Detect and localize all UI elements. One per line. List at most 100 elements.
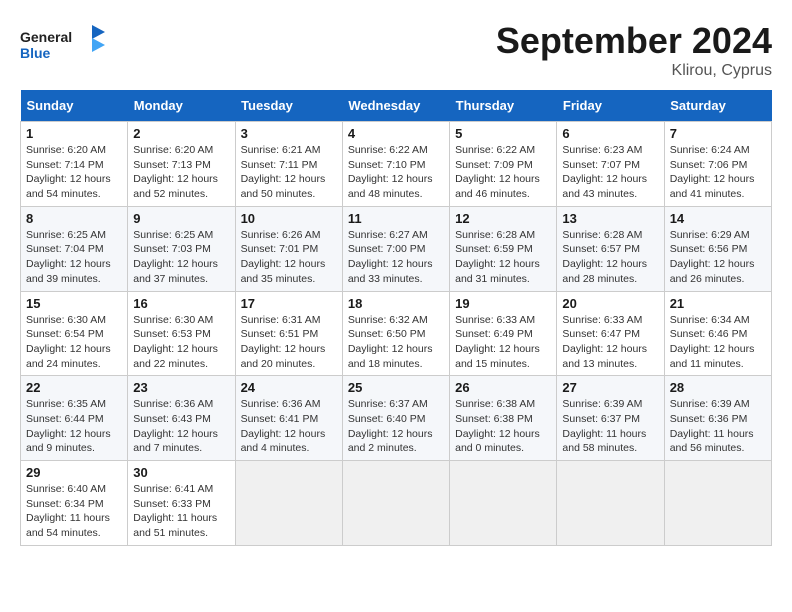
calendar-table: SundayMondayTuesdayWednesdayThursdayFrid… (20, 90, 772, 546)
calendar-cell: 17 Sunrise: 6:31 AM Sunset: 6:51 PM Dayli… (235, 291, 342, 376)
calendar-cell: 29 Sunrise: 6:40 AM Sunset: 6:34 PM Dayli… (21, 461, 128, 546)
day-number: 5 (455, 126, 551, 141)
day-info: Sunrise: 6:34 AM Sunset: 6:46 PM Dayligh… (670, 313, 766, 372)
day-header-tuesday: Tuesday (235, 90, 342, 122)
calendar-cell: 6Sunrise: 6:23 AM Sunset: 7:07 PM Daylig… (557, 122, 664, 207)
calendar-header-row: SundayMondayTuesdayWednesdayThursdayFrid… (21, 90, 772, 122)
day-number: 16 (133, 296, 229, 311)
day-number: 29 (26, 465, 122, 480)
calendar-cell: 24 Sunrise: 6:36 AM Sunset: 6:41 PM Dayli… (235, 376, 342, 461)
day-number: 11 (348, 211, 444, 226)
calendar-cell (342, 461, 449, 546)
calendar-cell: 2Sunrise: 6:20 AM Sunset: 7:13 PM Daylig… (128, 122, 235, 207)
day-info: Sunrise: 6:22 AM Sunset: 7:10 PM Dayligh… (348, 143, 444, 202)
calendar-cell (557, 461, 664, 546)
day-number: 4 (348, 126, 444, 141)
calendar-cell: 3 Sunrise: 6:21 AM Sunset: 7:11 PM Daylig… (235, 122, 342, 207)
day-number: 22 (26, 380, 122, 395)
title-area: September 2024 Klirou, Cyprus (496, 20, 772, 80)
calendar-week-row: 22 Sunrise: 6:35 AM Sunset: 6:44 PM Dayli… (21, 376, 772, 461)
day-info: Sunrise: 6:37 AM Sunset: 6:40 PM Dayligh… (348, 397, 444, 456)
day-number: 8 (26, 211, 122, 226)
calendar-week-row: 1 Sunrise: 6:20 AM Sunset: 7:14 PM Daylig… (21, 122, 772, 207)
logo-svg: General Blue (20, 20, 110, 70)
day-number: 7 (670, 126, 766, 141)
calendar-cell: 10Sunrise: 6:26 AM Sunset: 7:01 PM Dayli… (235, 206, 342, 291)
day-header-saturday: Saturday (664, 90, 771, 122)
day-info: Sunrise: 6:20 AM Sunset: 7:14 PM Dayligh… (26, 143, 122, 202)
day-info: Sunrise: 6:33 AM Sunset: 6:49 PM Dayligh… (455, 313, 551, 372)
day-number: 20 (562, 296, 658, 311)
calendar-cell: 4 Sunrise: 6:22 AM Sunset: 7:10 PM Daylig… (342, 122, 449, 207)
day-number: 19 (455, 296, 551, 311)
calendar-cell: 12 Sunrise: 6:28 AM Sunset: 6:59 PM Dayli… (450, 206, 557, 291)
calendar-cell: 30 Sunrise: 6:41 AM Sunset: 6:33 PM Dayli… (128, 461, 235, 546)
day-number: 2 (133, 126, 229, 141)
day-header-friday: Friday (557, 90, 664, 122)
day-info: Sunrise: 6:31 AM Sunset: 6:51 PM Dayligh… (241, 313, 337, 372)
day-info: Sunrise: 6:26 AM Sunset: 7:01 PM Dayligh… (241, 228, 337, 287)
day-header-wednesday: Wednesday (342, 90, 449, 122)
day-header-sunday: Sunday (21, 90, 128, 122)
day-number: 12 (455, 211, 551, 226)
calendar-cell: 16 Sunrise: 6:30 AM Sunset: 6:53 PM Dayli… (128, 291, 235, 376)
day-info: Sunrise: 6:28 AM Sunset: 6:57 PM Dayligh… (562, 228, 658, 287)
header: General Blue September 2024 Klirou, Cypr… (20, 20, 772, 80)
calendar-cell: 23 Sunrise: 6:36 AM Sunset: 6:43 PM Dayli… (128, 376, 235, 461)
day-info: Sunrise: 6:25 AM Sunset: 7:04 PM Dayligh… (26, 228, 122, 287)
location: Klirou, Cyprus (496, 62, 772, 80)
calendar-week-row: 8 Sunrise: 6:25 AM Sunset: 7:04 PM Daylig… (21, 206, 772, 291)
day-number: 18 (348, 296, 444, 311)
day-info: Sunrise: 6:29 AM Sunset: 6:56 PM Dayligh… (670, 228, 766, 287)
day-header-monday: Monday (128, 90, 235, 122)
calendar-cell: 20 Sunrise: 6:33 AM Sunset: 6:47 PM Dayli… (557, 291, 664, 376)
day-header-thursday: Thursday (450, 90, 557, 122)
calendar-cell: 19 Sunrise: 6:33 AM Sunset: 6:49 PM Dayli… (450, 291, 557, 376)
month-title: September 2024 (496, 20, 772, 62)
day-number: 3 (241, 126, 337, 141)
svg-text:Blue: Blue (20, 45, 51, 61)
calendar-cell: 5 Sunrise: 6:22 AM Sunset: 7:09 PM Daylig… (450, 122, 557, 207)
day-number: 27 (562, 380, 658, 395)
calendar-cell (235, 461, 342, 546)
day-info: Sunrise: 6:30 AM Sunset: 6:54 PM Dayligh… (26, 313, 122, 372)
day-info: Sunrise: 6:32 AM Sunset: 6:50 PM Dayligh… (348, 313, 444, 372)
day-number: 30 (133, 465, 229, 480)
calendar-cell: 7Sunrise: 6:24 AM Sunset: 7:06 PM Daylig… (664, 122, 771, 207)
day-info: Sunrise: 6:41 AM Sunset: 6:33 PM Dayligh… (133, 482, 229, 541)
calendar-cell: 11 Sunrise: 6:27 AM Sunset: 7:00 PM Dayli… (342, 206, 449, 291)
day-info: Sunrise: 6:30 AM Sunset: 6:53 PM Dayligh… (133, 313, 229, 372)
svg-text:General: General (20, 29, 72, 45)
day-number: 21 (670, 296, 766, 311)
day-info: Sunrise: 6:36 AM Sunset: 6:43 PM Dayligh… (133, 397, 229, 456)
day-info: Sunrise: 6:36 AM Sunset: 6:41 PM Dayligh… (241, 397, 337, 456)
calendar-cell: 21 Sunrise: 6:34 AM Sunset: 6:46 PM Dayli… (664, 291, 771, 376)
day-info: Sunrise: 6:33 AM Sunset: 6:47 PM Dayligh… (562, 313, 658, 372)
day-info: Sunrise: 6:39 AM Sunset: 6:37 PM Dayligh… (562, 397, 658, 456)
calendar-cell: 15 Sunrise: 6:30 AM Sunset: 6:54 PM Dayli… (21, 291, 128, 376)
day-number: 6 (562, 126, 658, 141)
calendar-cell: 25Sunrise: 6:37 AM Sunset: 6:40 PM Dayli… (342, 376, 449, 461)
day-number: 13 (562, 211, 658, 226)
day-number: 15 (26, 296, 122, 311)
day-number: 28 (670, 380, 766, 395)
day-info: Sunrise: 6:22 AM Sunset: 7:09 PM Dayligh… (455, 143, 551, 202)
day-number: 24 (241, 380, 337, 395)
calendar-cell: 13 Sunrise: 6:28 AM Sunset: 6:57 PM Dayli… (557, 206, 664, 291)
day-number: 23 (133, 380, 229, 395)
day-info: Sunrise: 6:27 AM Sunset: 7:00 PM Dayligh… (348, 228, 444, 287)
day-info: Sunrise: 6:21 AM Sunset: 7:11 PM Dayligh… (241, 143, 337, 202)
day-number: 1 (26, 126, 122, 141)
day-number: 9 (133, 211, 229, 226)
calendar-cell: 28Sunrise: 6:39 AM Sunset: 6:36 PM Dayli… (664, 376, 771, 461)
day-number: 17 (241, 296, 337, 311)
day-info: Sunrise: 6:40 AM Sunset: 6:34 PM Dayligh… (26, 482, 122, 541)
calendar-week-row: 15 Sunrise: 6:30 AM Sunset: 6:54 PM Dayli… (21, 291, 772, 376)
day-number: 26 (455, 380, 551, 395)
day-info: Sunrise: 6:35 AM Sunset: 6:44 PM Dayligh… (26, 397, 122, 456)
calendar-cell: 1 Sunrise: 6:20 AM Sunset: 7:14 PM Daylig… (21, 122, 128, 207)
calendar-cell: 8 Sunrise: 6:25 AM Sunset: 7:04 PM Daylig… (21, 206, 128, 291)
calendar-cell: 26Sunrise: 6:38 AM Sunset: 6:38 PM Dayli… (450, 376, 557, 461)
logo: General Blue (20, 20, 110, 70)
day-info: Sunrise: 6:28 AM Sunset: 6:59 PM Dayligh… (455, 228, 551, 287)
